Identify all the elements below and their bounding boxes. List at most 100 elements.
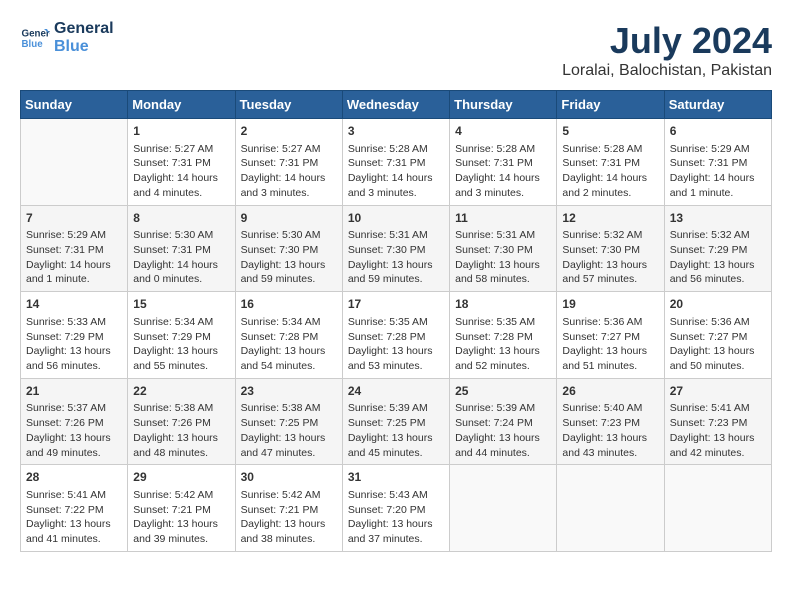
calendar-cell (557, 465, 664, 552)
day-info: Sunrise: 5:38 AM Sunset: 7:25 PM Dayligh… (241, 401, 337, 460)
day-info: Sunrise: 5:37 AM Sunset: 7:26 PM Dayligh… (26, 401, 122, 460)
calendar-cell: 2 Sunrise: 5:27 AM Sunset: 7:31 PM Daylig… (235, 119, 342, 206)
week-row-3: 14 Sunrise: 5:33 AM Sunset: 7:29 PM Dayli… (21, 292, 772, 379)
calendar-cell: 23Sunrise: 5:38 AM Sunset: 7:25 PM Dayli… (235, 378, 342, 465)
day-info: Sunrise: 5:34 AM Sunset: 7:28 PM Dayligh… (241, 315, 337, 374)
header-friday: Friday (557, 91, 664, 119)
day-info: Sunrise: 5:28 AM Sunset: 7:31 PM Dayligh… (455, 142, 551, 201)
day-number: 18 (455, 296, 551, 313)
day-number: 10 (348, 210, 444, 227)
calendar-cell: 28Sunrise: 5:41 AM Sunset: 7:22 PM Dayli… (21, 465, 128, 552)
calendar-cell: 29 Sunrise: 5:42 AM Sunset: 7:21 PM Dayli… (128, 465, 235, 552)
day-number: 26 (562, 383, 658, 400)
calendar-cell: 30Sunrise: 5:42 AM Sunset: 7:21 PM Dayli… (235, 465, 342, 552)
day-number: 14 (26, 296, 122, 313)
day-number: 13 (670, 210, 766, 227)
calendar-cell: 1 Sunrise: 5:27 AM Sunset: 7:31 PM Daylig… (128, 119, 235, 206)
calendar-cell: 24Sunrise: 5:39 AM Sunset: 7:25 PM Dayli… (342, 378, 449, 465)
calendar-cell: 15 Sunrise: 5:34 AM Sunset: 7:29 PM Dayli… (128, 292, 235, 379)
calendar-cell: 10Sunrise: 5:31 AM Sunset: 7:30 PM Dayli… (342, 205, 449, 292)
calendar-cell: 8Sunrise: 5:30 AM Sunset: 7:31 PM Daylig… (128, 205, 235, 292)
day-number: 4 (455, 123, 551, 140)
day-info: Sunrise: 5:34 AM Sunset: 7:29 PM Dayligh… (133, 315, 229, 374)
day-info: Sunrise: 5:42 AM Sunset: 7:21 PM Dayligh… (241, 488, 337, 547)
calendar-cell: 17 Sunrise: 5:35 AM Sunset: 7:28 PM Dayli… (342, 292, 449, 379)
calendar-header: SundayMondayTuesdayWednesdayThursdayFrid… (21, 91, 772, 119)
week-row-4: 21Sunrise: 5:37 AM Sunset: 7:26 PM Dayli… (21, 378, 772, 465)
calendar-cell: 4 Sunrise: 5:28 AM Sunset: 7:31 PM Daylig… (450, 119, 557, 206)
day-number: 27 (670, 383, 766, 400)
month-title: July 2024 (562, 20, 772, 62)
calendar-cell (664, 465, 771, 552)
day-info: Sunrise: 5:28 AM Sunset: 7:31 PM Dayligh… (348, 142, 444, 201)
day-number: 22 (133, 383, 229, 400)
header-wednesday: Wednesday (342, 91, 449, 119)
calendar-cell: 16 Sunrise: 5:34 AM Sunset: 7:28 PM Dayli… (235, 292, 342, 379)
day-number: 28 (26, 469, 122, 486)
day-number: 11 (455, 210, 551, 227)
calendar-cell: 20Sunrise: 5:36 AM Sunset: 7:27 PM Dayli… (664, 292, 771, 379)
day-info: Sunrise: 5:35 AM Sunset: 7:28 PM Dayligh… (455, 315, 551, 374)
day-info: Sunrise: 5:27 AM Sunset: 7:31 PM Dayligh… (133, 142, 229, 201)
header-sunday: Sunday (21, 91, 128, 119)
calendar-cell: 12Sunrise: 5:32 AM Sunset: 7:30 PM Dayli… (557, 205, 664, 292)
calendar-cell: 18 Sunrise: 5:35 AM Sunset: 7:28 PM Dayli… (450, 292, 557, 379)
day-number: 8 (133, 210, 229, 227)
week-row-2: 7Sunrise: 5:29 AM Sunset: 7:31 PM Daylig… (21, 205, 772, 292)
svg-text:Blue: Blue (22, 39, 44, 50)
day-number: 29 (133, 469, 229, 486)
logo-blue: Blue (54, 38, 114, 56)
day-info: Sunrise: 5:41 AM Sunset: 7:23 PM Dayligh… (670, 401, 766, 460)
day-number: 31 (348, 469, 444, 486)
week-row-5: 28Sunrise: 5:41 AM Sunset: 7:22 PM Dayli… (21, 465, 772, 552)
calendar-cell: 25Sunrise: 5:39 AM Sunset: 7:24 PM Dayli… (450, 378, 557, 465)
day-info: Sunrise: 5:28 AM Sunset: 7:31 PM Dayligh… (562, 142, 658, 201)
calendar-cell: 27Sunrise: 5:41 AM Sunset: 7:23 PM Dayli… (664, 378, 771, 465)
day-info: Sunrise: 5:33 AM Sunset: 7:29 PM Dayligh… (26, 315, 122, 374)
day-number: 17 (348, 296, 444, 313)
day-number: 21 (26, 383, 122, 400)
day-info: Sunrise: 5:29 AM Sunset: 7:31 PM Dayligh… (26, 228, 122, 287)
day-number: 1 (133, 123, 229, 140)
calendar-cell: 3 Sunrise: 5:28 AM Sunset: 7:31 PM Daylig… (342, 119, 449, 206)
calendar-body: 1 Sunrise: 5:27 AM Sunset: 7:31 PM Daylig… (21, 119, 772, 552)
day-number: 25 (455, 383, 551, 400)
day-info: Sunrise: 5:39 AM Sunset: 7:24 PM Dayligh… (455, 401, 551, 460)
day-number: 19 (562, 296, 658, 313)
calendar-cell (450, 465, 557, 552)
header-thursday: Thursday (450, 91, 557, 119)
logo: General Blue General Blue (20, 20, 114, 55)
day-info: Sunrise: 5:32 AM Sunset: 7:30 PM Dayligh… (562, 228, 658, 287)
day-info: Sunrise: 5:30 AM Sunset: 7:31 PM Dayligh… (133, 228, 229, 287)
logo-general: General (54, 20, 114, 38)
day-number: 3 (348, 123, 444, 140)
day-number: 6 (670, 123, 766, 140)
day-info: Sunrise: 5:38 AM Sunset: 7:26 PM Dayligh… (133, 401, 229, 460)
calendar-cell: 5Sunrise: 5:28 AM Sunset: 7:31 PM Daylig… (557, 119, 664, 206)
day-number: 2 (241, 123, 337, 140)
day-number: 15 (133, 296, 229, 313)
calendar-cell: 19 Sunrise: 5:36 AM Sunset: 7:27 PM Dayli… (557, 292, 664, 379)
calendar-cell: 14 Sunrise: 5:33 AM Sunset: 7:29 PM Dayli… (21, 292, 128, 379)
day-info: Sunrise: 5:31 AM Sunset: 7:30 PM Dayligh… (455, 228, 551, 287)
day-info: Sunrise: 5:36 AM Sunset: 7:27 PM Dayligh… (562, 315, 658, 374)
day-info: Sunrise: 5:43 AM Sunset: 7:20 PM Dayligh… (348, 488, 444, 547)
header-monday: Monday (128, 91, 235, 119)
page-header: General Blue General Blue July 2024 Lora… (20, 20, 772, 80)
calendar-cell: 6Sunrise: 5:29 AM Sunset: 7:31 PM Daylig… (664, 119, 771, 206)
calendar-cell: 9Sunrise: 5:30 AM Sunset: 7:30 PM Daylig… (235, 205, 342, 292)
calendar-cell: 31 Sunrise: 5:43 AM Sunset: 7:20 PM Dayli… (342, 465, 449, 552)
header-saturday: Saturday (664, 91, 771, 119)
day-info: Sunrise: 5:35 AM Sunset: 7:28 PM Dayligh… (348, 315, 444, 374)
day-info: Sunrise: 5:31 AM Sunset: 7:30 PM Dayligh… (348, 228, 444, 287)
day-info: Sunrise: 5:30 AM Sunset: 7:30 PM Dayligh… (241, 228, 337, 287)
header-tuesday: Tuesday (235, 91, 342, 119)
logo-icon: General Blue (20, 23, 50, 53)
week-row-1: 1 Sunrise: 5:27 AM Sunset: 7:31 PM Daylig… (21, 119, 772, 206)
calendar-cell: 11Sunrise: 5:31 AM Sunset: 7:30 PM Dayli… (450, 205, 557, 292)
day-number: 12 (562, 210, 658, 227)
day-info: Sunrise: 5:32 AM Sunset: 7:29 PM Dayligh… (670, 228, 766, 287)
day-number: 16 (241, 296, 337, 313)
day-info: Sunrise: 5:27 AM Sunset: 7:31 PM Dayligh… (241, 142, 337, 201)
day-info: Sunrise: 5:42 AM Sunset: 7:21 PM Dayligh… (133, 488, 229, 547)
